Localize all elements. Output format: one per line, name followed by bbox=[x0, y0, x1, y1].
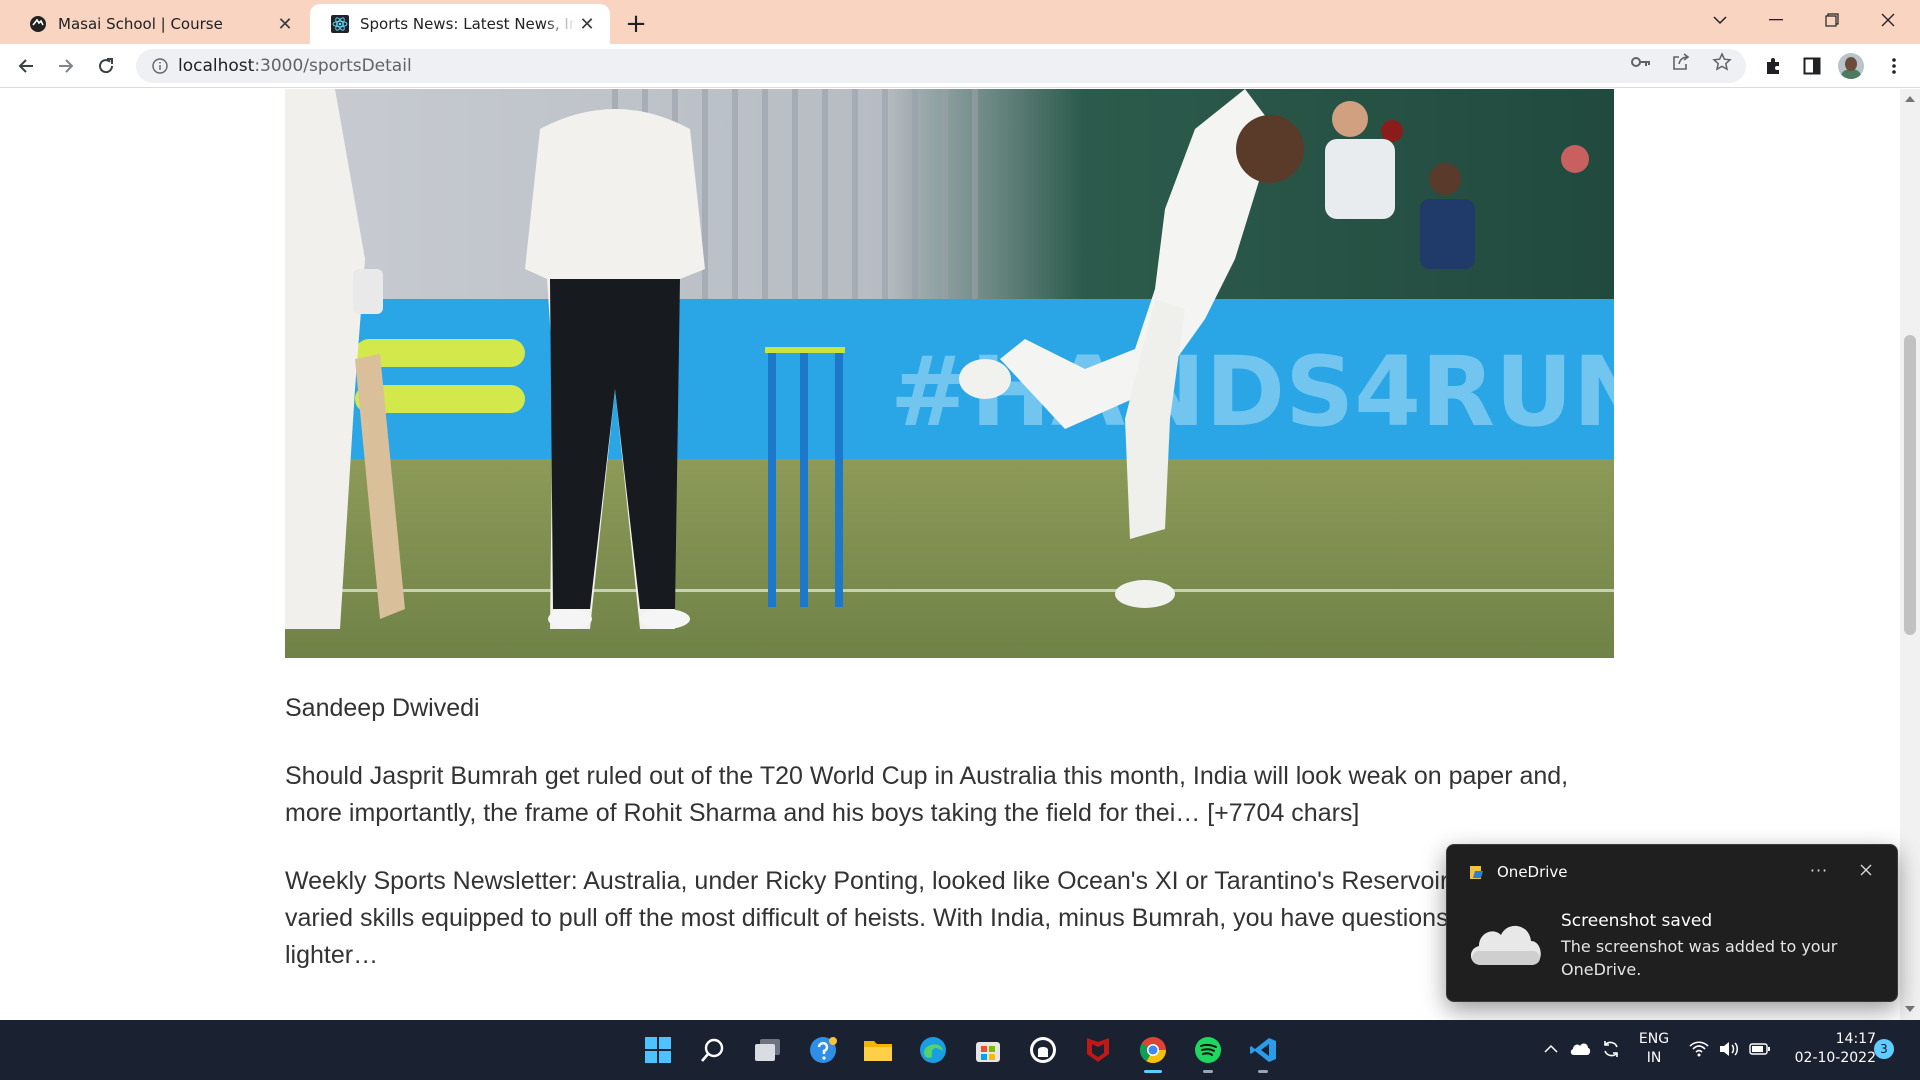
share-icon[interactable] bbox=[1670, 51, 1692, 73]
tab-sports-news[interactable]: Sports News: Latest News, India Sports ✕ bbox=[310, 4, 610, 44]
start-windows-icon[interactable] bbox=[640, 1032, 676, 1068]
tab-close-icon[interactable]: ✕ bbox=[576, 13, 598, 35]
browser-toolbar: localhost:3000/sportsDetail bbox=[0, 44, 1920, 88]
vscode-icon[interactable] bbox=[1245, 1032, 1281, 1073]
tab-masai-school[interactable]: Masai School | Course ✕ bbox=[8, 4, 308, 44]
notification-title: Screenshot saved bbox=[1561, 911, 1713, 931]
language-indicator[interactable]: ENG IN bbox=[1636, 1030, 1672, 1068]
region-code: IN bbox=[1646, 1050, 1662, 1066]
onedrive-tray-icon[interactable] bbox=[1569, 1038, 1591, 1060]
key-icon[interactable] bbox=[1630, 51, 1652, 73]
microsoft-store-icon[interactable] bbox=[970, 1032, 1006, 1068]
tab-title: Sports News: Latest News, India Sports bbox=[360, 15, 576, 33]
github-icon[interactable] bbox=[1025, 1032, 1061, 1068]
volume-icon[interactable] bbox=[1718, 1038, 1740, 1060]
notification-body: The screenshot was added to your OneDriv… bbox=[1561, 937, 1838, 979]
scroll-down-arrow-icon[interactable] bbox=[1905, 1006, 1915, 1012]
clock[interactable]: 14:17 02-10-2022 bbox=[1786, 1030, 1876, 1068]
article-author: Sandeep Dwivedi bbox=[285, 694, 480, 722]
menu-kebab-icon[interactable] bbox=[1878, 50, 1910, 82]
reload-icon[interactable] bbox=[90, 50, 122, 82]
article-description: Should Jasprit Bumrah get ruled out of t… bbox=[285, 762, 1569, 827]
notification-more-button[interactable]: ··· bbox=[1803, 855, 1835, 885]
scrollbar-thumb[interactable] bbox=[1904, 335, 1916, 635]
close-window-icon[interactable] bbox=[1864, 0, 1912, 40]
extensions-icon[interactable] bbox=[1757, 50, 1789, 82]
profile-avatar[interactable] bbox=[1838, 53, 1864, 79]
edge-browser-icon[interactable] bbox=[915, 1032, 951, 1068]
running-indicator bbox=[1258, 1070, 1268, 1073]
bookmark-star-icon[interactable] bbox=[1711, 51, 1733, 73]
url-path: :3000/sportsDetail bbox=[254, 56, 412, 76]
address-bar[interactable]: localhost:3000/sportsDetail bbox=[136, 49, 1746, 83]
windows-taskbar: ENG IN 14:17 02-10-2022 3 bbox=[0, 1020, 1920, 1080]
masai-favicon-icon bbox=[28, 14, 48, 34]
file-explorer-icon[interactable] bbox=[860, 1032, 896, 1068]
page-scrollbar[interactable] bbox=[1900, 89, 1920, 1020]
wifi-icon[interactable] bbox=[1688, 1038, 1710, 1060]
scroll-up-arrow-icon[interactable] bbox=[1905, 96, 1915, 102]
onedrive-cloud-icon bbox=[1470, 925, 1541, 965]
tab-close-icon[interactable]: ✕ bbox=[274, 13, 296, 35]
tab-title: Masai School | Course bbox=[58, 15, 223, 33]
tab-search-chevron-icon[interactable] bbox=[1696, 0, 1744, 40]
notification-count-badge[interactable]: 3 bbox=[1874, 1039, 1894, 1059]
notification-close-icon[interactable] bbox=[1851, 855, 1881, 885]
forward-icon[interactable] bbox=[50, 50, 82, 82]
minimize-icon[interactable] bbox=[1752, 0, 1800, 40]
clock-time: 14:17 bbox=[1835, 1031, 1876, 1047]
new-tab-button[interactable]: + bbox=[620, 8, 652, 40]
active-indicator bbox=[1144, 1070, 1162, 1073]
task-view-icon[interactable] bbox=[750, 1032, 786, 1068]
article-newsletter: Weekly Sports Newsletter: Australia, und… bbox=[285, 867, 1608, 969]
battery-icon[interactable] bbox=[1749, 1038, 1771, 1060]
get-help-icon[interactable] bbox=[805, 1032, 841, 1068]
sync-icon[interactable] bbox=[1600, 1038, 1622, 1060]
url-host: localhost bbox=[178, 56, 255, 76]
url-text[interactable]: localhost:3000/sportsDetail bbox=[178, 56, 412, 76]
spotify-icon[interactable] bbox=[1190, 1032, 1226, 1073]
react-favicon-icon bbox=[330, 14, 350, 34]
search-icon[interactable] bbox=[695, 1032, 731, 1068]
mcafee-icon[interactable] bbox=[1080, 1032, 1116, 1068]
article-image: #HANDS4RUN bbox=[285, 89, 1614, 658]
show-hidden-icons-chevron-icon[interactable] bbox=[1540, 1038, 1562, 1060]
side-panel-icon[interactable] bbox=[1796, 50, 1828, 82]
onedrive-notification[interactable]: OneDrive ··· Screenshot saved The screen… bbox=[1446, 844, 1898, 1002]
running-indicator bbox=[1203, 1070, 1213, 1073]
language-code: ENG bbox=[1638, 1031, 1670, 1047]
onedrive-app-icon bbox=[1470, 866, 1483, 879]
chrome-icon[interactable] bbox=[1135, 1032, 1171, 1073]
restore-icon[interactable] bbox=[1808, 0, 1856, 40]
back-icon[interactable] bbox=[10, 50, 42, 82]
clock-date: 02-10-2022 bbox=[1794, 1050, 1876, 1066]
site-info-icon[interactable] bbox=[150, 56, 170, 76]
tab-strip: Masai School | Course ✕ Sports News: Lat… bbox=[0, 0, 1920, 44]
notification-app-header: OneDrive bbox=[1469, 863, 1568, 881]
notification-app-name: OneDrive bbox=[1497, 863, 1568, 881]
